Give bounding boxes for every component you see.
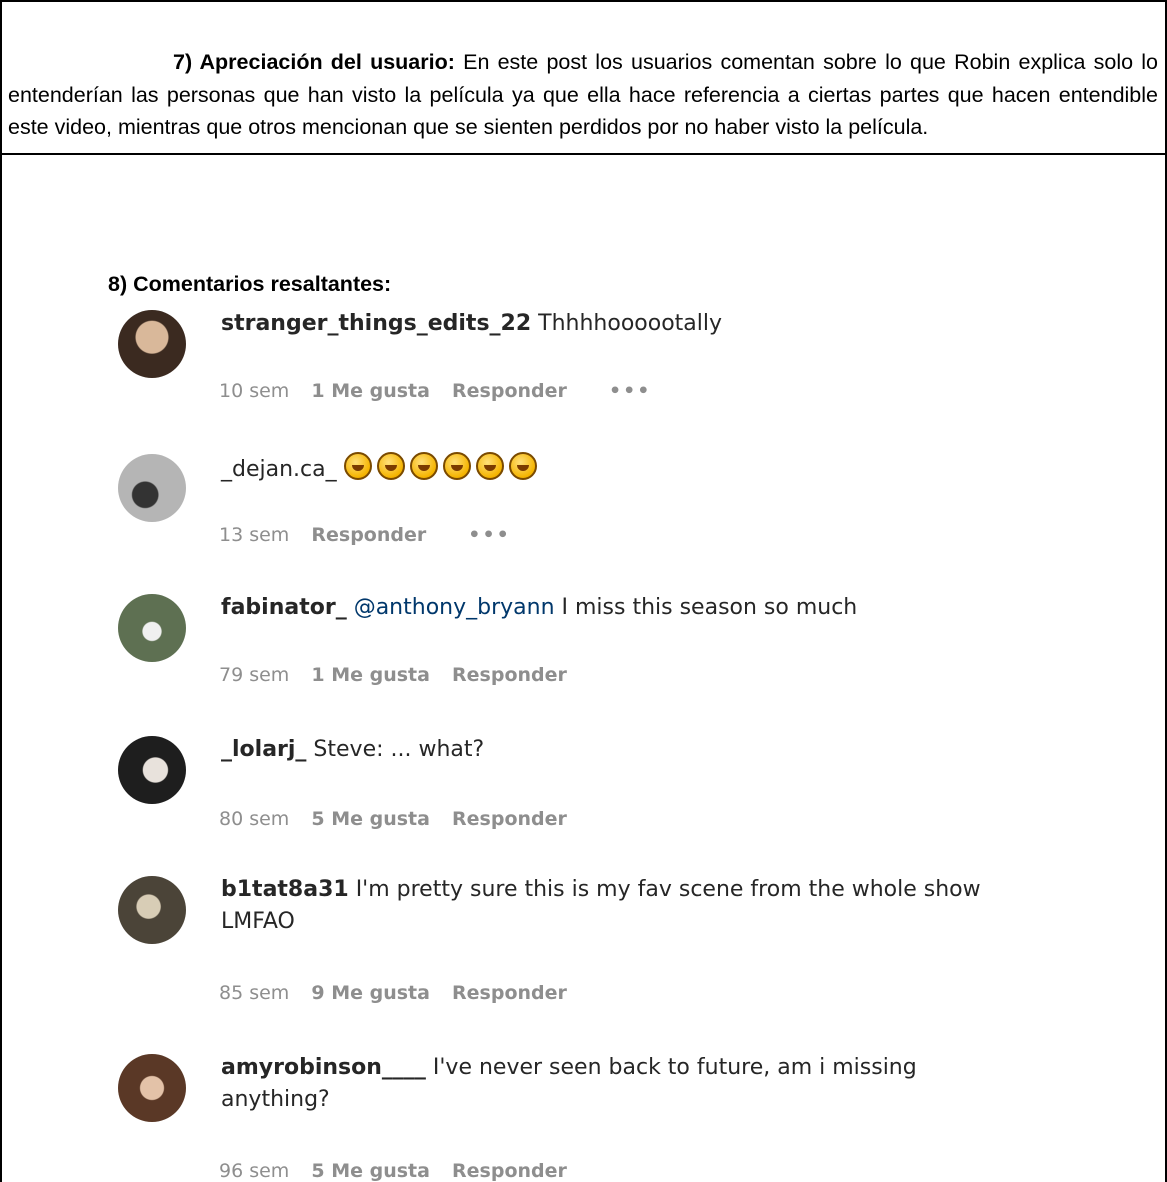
comment-likes[interactable]: 5 Me gusta xyxy=(311,1160,430,1182)
comment-username[interactable]: fabinator_ xyxy=(221,595,347,620)
comment-username[interactable]: amyrobinson____ xyxy=(221,1055,426,1080)
avatar[interactable] xyxy=(118,594,186,662)
rofl-emoji-icon xyxy=(508,452,537,480)
comment-likes[interactable]: 5 Me gusta xyxy=(311,808,430,830)
comment-body: Thhhhoooootally xyxy=(531,311,723,336)
reply-button[interactable]: Responder xyxy=(452,1160,567,1182)
rofl-emoji-icon xyxy=(442,452,471,480)
comment-text: b1tat8a31 I'm pretty sure this is my fav… xyxy=(221,874,1001,938)
comment-text: fabinator_ @anthony_bryann I miss this s… xyxy=(221,592,1001,624)
comment-time[interactable]: 79 sem xyxy=(219,664,289,686)
reply-button[interactable]: Responder xyxy=(452,982,567,1004)
rofl-emoji-icon xyxy=(475,452,504,480)
table-row-section-7: 7) Apreciación del usuario: En este post… xyxy=(2,2,1165,155)
comment-username[interactable]: _dejan.ca_ xyxy=(221,457,337,482)
comment-likes[interactable]: 1 Me gusta xyxy=(311,380,430,402)
comment-meta: 96 sem 5 Me gusta Responder xyxy=(219,1160,583,1182)
section-7-paragraph: 7) Apreciación del usuario: En este post… xyxy=(8,46,1158,144)
avatar[interactable] xyxy=(118,310,186,378)
comment-username[interactable]: b1tat8a31 xyxy=(221,877,349,902)
reply-button[interactable]: Responder xyxy=(452,380,567,402)
comment-text: amyrobinson____ I've never seen back to … xyxy=(221,1052,1001,1116)
section-8-heading: 8) Comentarios resaltantes: xyxy=(108,272,392,296)
comment-time[interactable]: 96 sem xyxy=(219,1160,289,1182)
section-7-heading: 7) Apreciación del usuario: xyxy=(173,50,455,74)
comment-time[interactable]: 13 sem xyxy=(219,524,289,546)
comment-time[interactable]: 85 sem xyxy=(219,982,289,1004)
comment-text: _dejan.ca_ xyxy=(221,452,1001,486)
comment-body: I miss this season so much xyxy=(554,595,858,620)
comment-body: Steve: ... what? xyxy=(306,737,485,762)
rofl-emoji-icon xyxy=(409,452,438,480)
comment-meta: 85 sem 9 Me gusta Responder xyxy=(219,982,583,1004)
comment-time[interactable]: 10 sem xyxy=(219,380,289,402)
more-options-icon[interactable]: ••• xyxy=(609,380,651,402)
avatar[interactable] xyxy=(118,876,186,944)
reply-button[interactable]: Responder xyxy=(311,524,426,546)
comment-likes[interactable]: 1 Me gusta xyxy=(311,664,430,686)
comment-time[interactable]: 80 sem xyxy=(219,808,289,830)
comment-likes[interactable]: 9 Me gusta xyxy=(311,982,430,1004)
rofl-emoji-icon xyxy=(376,452,405,480)
comment-mention[interactable]: @anthony_bryann xyxy=(347,595,555,620)
reply-button[interactable]: Responder xyxy=(452,808,567,830)
comment-username[interactable]: _lolarj_ xyxy=(221,737,306,762)
comment-meta: 79 sem 1 Me gusta Responder xyxy=(219,664,583,686)
document-table: 7) Apreciación del usuario: En este post… xyxy=(0,0,1167,1182)
rofl-emoji-icon xyxy=(343,452,372,480)
more-options-icon[interactable]: ••• xyxy=(468,524,510,546)
comment-meta: 13 sem Responder ••• xyxy=(219,524,527,546)
comment-meta: 10 sem 1 Me gusta Responder ••• xyxy=(219,380,667,402)
comment-text: stranger_things_edits_22 Thhhhoooootally xyxy=(221,308,1001,340)
comment-username[interactable]: stranger_things_edits_22 xyxy=(221,311,531,336)
reply-button[interactable]: Responder xyxy=(452,664,567,686)
comment-text: _lolarj_ Steve: ... what? xyxy=(221,734,1001,766)
avatar[interactable] xyxy=(118,1054,186,1122)
comment-meta: 80 sem 5 Me gusta Responder xyxy=(219,808,583,830)
avatar[interactable] xyxy=(118,736,186,804)
comment-body xyxy=(337,457,344,482)
avatar[interactable] xyxy=(118,454,186,522)
